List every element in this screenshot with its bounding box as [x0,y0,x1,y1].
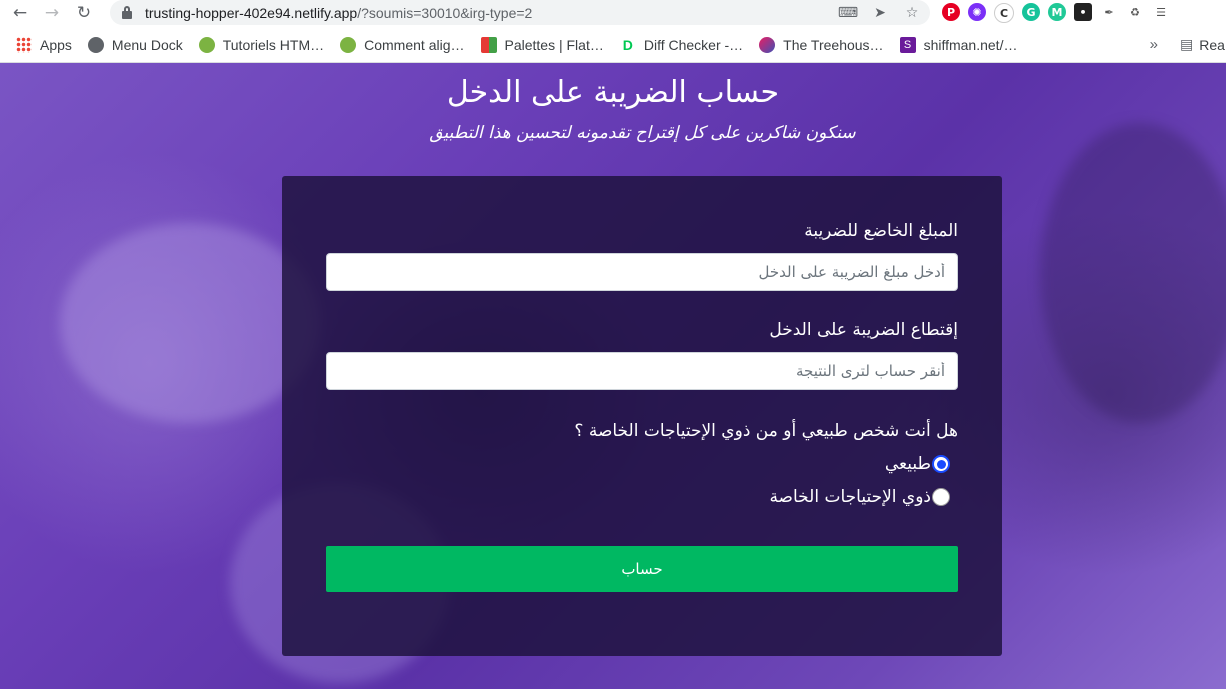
bookmark-menu-dock[interactable]: Menu Dock [87,37,183,53]
radio-button-special-needs[interactable] [932,488,950,506]
site-favicon-icon [340,37,357,53]
page-title: حساب الضريبة على الدخل [446,75,780,110]
address-bar[interactable]: trusting-hopper-402e94.netlify.app/?soum… [110,0,930,25]
site-favicon-icon [198,37,215,53]
bookmark-label: Palettes | Flat… [504,37,604,53]
reading-list-label: Rea [1199,36,1225,53]
diff-checker-icon: D [619,37,636,53]
bookmarks-bar: Apps Menu Dock Tutoriels HTM… Comment al… [0,30,1226,60]
media-queue-icon[interactable]: ☰ [1152,3,1170,21]
tax-deduction-label: إقتطاع الضريبة على الدخل [769,320,958,340]
bookmark-label: The Treehous… [783,37,884,53]
radio-option-normal[interactable]: طبيعي [885,454,950,474]
bookmark-shiffman[interactable]: S shiffman.net/… [899,37,1018,53]
reading-list[interactable]: ▤ Rea [1180,36,1225,53]
star-icon[interactable]: ☆ [902,3,922,23]
bookmarks-overflow-icon[interactable]: » [1150,36,1158,53]
translate-icon[interactable]: ⌨ [838,3,858,23]
tax-deduction-result-input[interactable] [326,352,958,390]
extension-dots-icon[interactable]: • [1074,3,1092,21]
bookmark-label: shiffman.net/… [923,37,1018,53]
colorpick-icon[interactable]: ✺ [968,3,986,21]
treehouse-icon [759,37,776,53]
eyedropper-icon[interactable]: ✒ [1100,3,1118,21]
url-text[interactable]: trusting-hopper-402e94.netlify.app/?soum… [145,5,532,21]
page-background: حساب الضريبة على الدخل سنكون شاكرين على … [0,63,1226,689]
url-host: trusting-hopper-402e94.netlify.app [145,4,358,21]
back-arrow-icon[interactable]: ← [8,1,32,25]
radio-option-special-needs[interactable]: ذوي الإحتياجات الخاصة [769,487,950,507]
extension-c-icon[interactable]: C [994,3,1014,23]
browser-toolbar: ← → ↻ trusting-hopper-402e94.netlify.app… [0,0,1226,26]
bookmark-label: Diff Checker -… [643,37,744,53]
background-photo-shape [60,223,320,423]
extensions-puzzle-icon[interactable]: ♻ [1126,3,1144,21]
page-subtitle: سنكون شاكرين على كل إقتراح تقدمونه لتحسي… [429,123,856,143]
background-photo-shape [1040,123,1226,423]
reading-list-icon: ▤ [1180,36,1194,52]
taxable-amount-input[interactable] [326,253,958,291]
shiffman-icon: S [899,37,916,53]
palette-icon [480,37,497,53]
bookmark-tutoriels[interactable]: Tutoriels HTM… [198,37,325,53]
bookmark-label: Tutoriels HTM… [222,37,325,53]
radio-label-normal: طبيعي [884,454,931,474]
pinterest-icon[interactable]: P [942,3,960,21]
bookmark-label: Comment alig… [364,37,465,53]
forward-arrow-icon[interactable]: → [40,1,64,25]
radio-button-normal[interactable] [932,455,950,473]
extension-m-icon[interactable]: M [1048,3,1066,21]
radio-label-special-needs: ذوي الإحتياجات الخاصة [769,487,931,507]
bookmark-comment-alig[interactable]: Comment alig… [340,37,465,53]
bookmark-treehouse[interactable]: The Treehous… [759,37,884,53]
calculate-button[interactable]: حساب [326,546,958,592]
bookmark-label: Menu Dock [111,37,183,53]
bookmark-palettes[interactable]: Palettes | Flat… [480,37,604,53]
bookmark-apps[interactable]: Apps [16,37,72,53]
url-path: /?soumis=30010&irg-type=2 [357,4,533,21]
send-icon[interactable]: ➤ [870,3,890,23]
person-type-question: هل أنت شخص طبيعي أو من ذوي الإحتياجات ال… [574,421,958,441]
globe-icon [87,37,104,53]
grammarly-icon[interactable]: G [1022,3,1040,21]
apps-grid-icon [16,37,32,53]
taxable-amount-label: المبلغ الخاضع للضريبة [804,221,958,241]
bookmark-diff-checker[interactable]: D Diff Checker -… [619,37,744,53]
tax-form-card: المبلغ الخاضع للضريبة إقتطاع الضريبة على… [282,176,1002,656]
lock-icon[interactable] [122,6,132,19]
reload-icon[interactable]: ↻ [72,1,96,25]
bookmark-label: Apps [40,37,72,53]
